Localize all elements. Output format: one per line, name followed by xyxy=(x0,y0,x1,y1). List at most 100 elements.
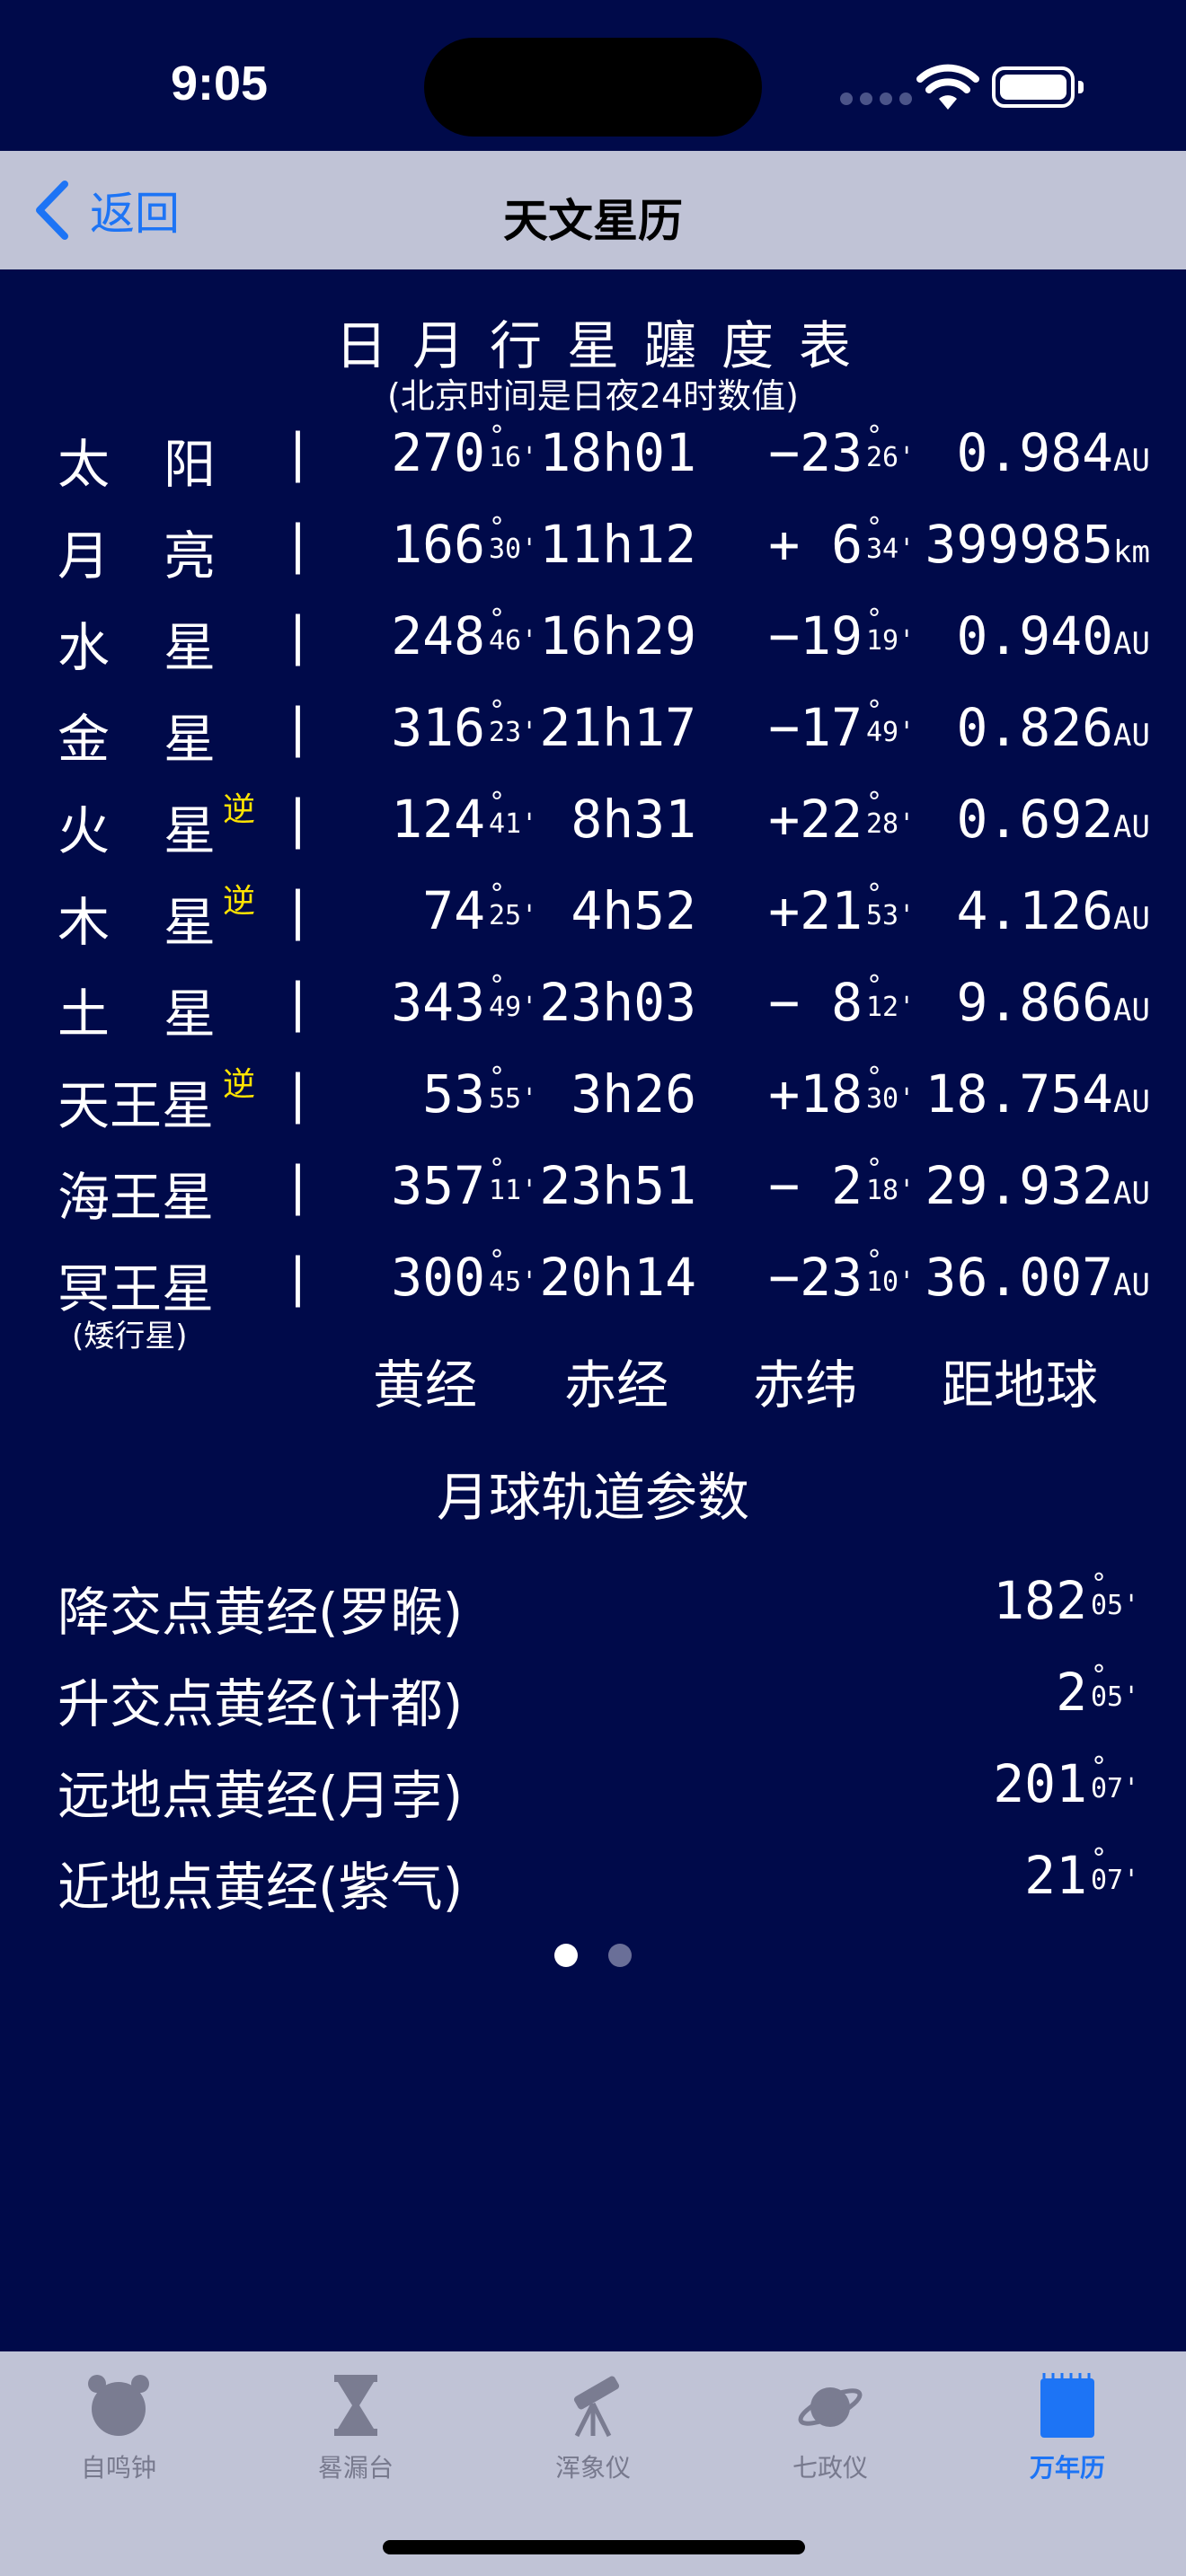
planet-icon xyxy=(798,2387,863,2427)
table-row: 月亮 | 166 ° 30' 11h12 + 6 ° 34' 399985km xyxy=(0,512,1186,595)
header-declination: 赤纬 xyxy=(753,1354,858,1416)
retrograde-mark: 逆 xyxy=(223,1066,256,1103)
right-ascension: 23h03 xyxy=(539,972,696,1033)
orbit-param-label: 远地点黄经(月孛) xyxy=(58,1765,464,1826)
separator: | xyxy=(282,514,314,575)
distance: 399985km xyxy=(925,514,1150,575)
separator: | xyxy=(282,1063,314,1125)
retrograde-mark: 逆 xyxy=(223,883,256,920)
right-ascension: 16h29 xyxy=(539,605,696,666)
ecliptic-longitude: 300 ° 45' xyxy=(391,1245,538,1308)
status-bar: 9:05 xyxy=(0,0,1186,151)
separator: | xyxy=(282,789,314,850)
list-item: 近地点黄经(紫气) 21 ° 07' xyxy=(0,1843,1186,1918)
page-indicator[interactable] xyxy=(0,1944,1186,1967)
body-name: 天王星 xyxy=(58,1075,215,1136)
tab-label: 七政仪 xyxy=(792,2453,868,2483)
orbit-param-value: 182 ° 05' xyxy=(993,1568,1140,1631)
header-longitude: 黄经 xyxy=(373,1354,478,1416)
cellular-signal-icon xyxy=(840,93,912,105)
tab-telescope[interactable]: 浑象仪 xyxy=(474,2369,712,2484)
moon-orbit-title: 月球轨道参数 xyxy=(436,1467,749,1528)
navigation-bar: 返回 天文星历 xyxy=(0,151,1186,269)
tab-label: 晷漏台 xyxy=(317,2453,394,2483)
list-item: 远地点黄经(月孛) 201 ° 07' xyxy=(0,1751,1186,1826)
table-row: 冥王星 | (矮行星) 300 ° 45' 20h14 −23 ° 10' 36.007AU xyxy=(0,1245,1186,1354)
distance: 18.754AU xyxy=(925,1063,1150,1125)
declination: −23 ° 10' xyxy=(768,1245,916,1308)
orbit-param-value: 2 ° 05' xyxy=(1056,1660,1140,1723)
page-dot-2[interactable] xyxy=(608,1944,632,1967)
orbit-param-label: 降交点黄经(罗睺) xyxy=(58,1582,464,1643)
calendar-icon xyxy=(1040,2373,1094,2438)
ecliptic-longitude: 357 ° 11' xyxy=(391,1153,538,1216)
body-name: 水星 xyxy=(58,617,270,678)
orbit-param-label: 升交点黄经(计都) xyxy=(58,1673,464,1734)
table-row: 金星 | 316 ° 23' 21h17 −17 ° 49' 0.826AU xyxy=(0,695,1186,778)
right-ascension: 4h52 xyxy=(571,880,696,941)
tab-calendar[interactable]: 万年历 xyxy=(949,2369,1186,2484)
body-name: 月亮 xyxy=(58,525,270,587)
separator: | xyxy=(282,1247,314,1308)
page-title: 天文星历 xyxy=(503,195,683,247)
right-ascension: 3h26 xyxy=(571,1063,696,1125)
right-ascension: 23h51 xyxy=(539,1155,696,1216)
declination: +18 ° 30' xyxy=(768,1062,916,1125)
orbit-param-value: 21 ° 07' xyxy=(1024,1843,1140,1906)
body-name: 海王星 xyxy=(58,1167,215,1228)
table-subtitle: (北京时间是日夜24时数值) xyxy=(386,376,799,416)
right-ascension: 18h01 xyxy=(539,422,696,483)
declination: −23 ° 26' xyxy=(768,420,916,483)
separator: | xyxy=(282,605,314,666)
distance: 0.826AU xyxy=(956,697,1150,758)
separator: | xyxy=(282,697,314,758)
page-dot-1[interactable] xyxy=(554,1944,578,1967)
home-indicator[interactable] xyxy=(383,2540,805,2554)
tab-label: 万年历 xyxy=(1029,2453,1105,2483)
tab-hourglass[interactable]: 晷漏台 xyxy=(237,2369,474,2484)
declination: +21 ° 53' xyxy=(768,878,916,941)
separator: | xyxy=(282,880,314,941)
right-ascension: 20h14 xyxy=(539,1247,696,1308)
declination: + 6 ° 34' xyxy=(768,512,916,575)
table-row: 火星逆 | 124 ° 41' 8h31 +22 ° 28' 0.692AU xyxy=(0,787,1186,869)
table-row: 水星 | 248 ° 46' 16h29 −19 ° 19' 0.940AU xyxy=(0,604,1186,686)
distance: 0.984AU xyxy=(956,422,1150,483)
orbit-param-value: 201 ° 07' xyxy=(993,1751,1140,1814)
tab-label: 自鸣钟 xyxy=(80,2453,156,2483)
tab-label: 浑象仪 xyxy=(554,2453,631,2483)
ecliptic-longitude: 124 ° 41' xyxy=(391,787,538,850)
list-item: 升交点黄经(计都) 2 ° 05' xyxy=(0,1660,1186,1734)
ecliptic-longitude: 316 ° 23' xyxy=(391,695,538,758)
ecliptic-longitude: 248 ° 46' xyxy=(391,604,538,666)
battery-icon xyxy=(992,66,1084,108)
distance: 36.007AU xyxy=(925,1247,1150,1308)
ecliptic-longitude: 166 ° 30' xyxy=(391,512,538,575)
orbit-param-label: 近地点黄经(紫气) xyxy=(58,1857,464,1918)
body-name: 太阳 xyxy=(58,434,270,495)
header-right-ascension: 赤经 xyxy=(564,1354,669,1416)
declination: −17 ° 49' xyxy=(768,695,916,758)
header-distance: 距地球 xyxy=(942,1354,1099,1416)
alarm-clock-icon xyxy=(88,2375,149,2436)
table-row: 太阳 | 270 ° 16' 18h01 −23 ° 26' 0.984AU xyxy=(0,420,1186,503)
table-row: 土星 | 343 ° 49' 23h03 − 8 ° 12' 9.866AU xyxy=(0,970,1186,1053)
wifi-icon xyxy=(916,64,979,110)
right-ascension: 21h17 xyxy=(539,697,696,758)
tab-planet[interactable]: 七政仪 xyxy=(712,2369,949,2484)
separator: | xyxy=(282,972,314,1033)
declination: −19 ° 19' xyxy=(768,604,916,666)
tab-alarm-clock[interactable]: 自鸣钟 xyxy=(0,2369,237,2484)
ecliptic-longitude: 270 ° 16' xyxy=(391,420,538,483)
distance: 0.940AU xyxy=(956,605,1150,666)
right-ascension: 8h31 xyxy=(571,789,696,850)
hourglass-icon xyxy=(334,2375,377,2436)
separator: | xyxy=(282,1155,314,1216)
list-item: 降交点黄经(罗睺) 182 ° 05' xyxy=(0,1568,1186,1643)
ecliptic-longitude: 343 ° 49' xyxy=(391,970,538,1033)
ecliptic-longitude: 53 ° 55' xyxy=(422,1062,538,1125)
declination: +22 ° 28' xyxy=(768,787,916,850)
dynamic-island xyxy=(424,38,762,137)
body-name: 金星 xyxy=(58,709,270,770)
distance: 9.866AU xyxy=(956,972,1150,1033)
